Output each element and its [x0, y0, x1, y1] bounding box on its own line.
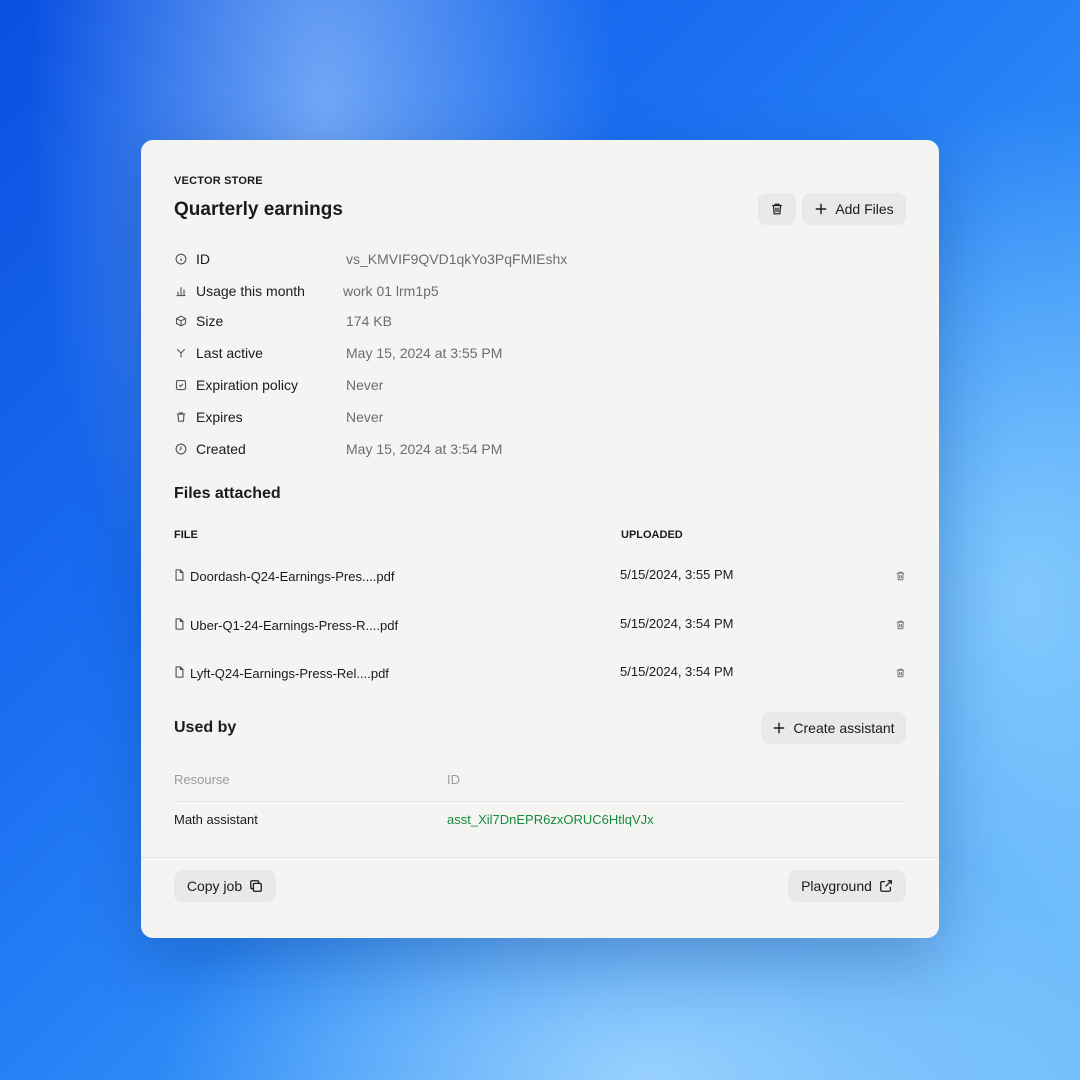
copy-icon [249, 879, 263, 893]
copy-job-button[interactable]: Copy job [174, 870, 276, 902]
page-title: Quarterly earnings [174, 199, 343, 220]
file-column-header: FILE [174, 529, 198, 541]
clock-icon [174, 442, 188, 456]
meta-value: May 15, 2024 at 3:55 PM [346, 345, 503, 361]
assistant-name: Math assistant [174, 812, 258, 827]
meta-label: Expires [196, 409, 243, 425]
meta-value: work 01 lrm1p5 [343, 283, 439, 299]
meta-value: 174 KB [346, 313, 392, 329]
meta-row-id: ID vs_KMVIF9QVD1qkYo3PqFMIEshx [174, 249, 874, 269]
file-uploaded: 5/15/2024, 3:54 PM [620, 616, 734, 631]
trash-icon [770, 202, 784, 216]
file-name[interactable]: Uber-Q1-24-Earnings-Press-R....pdf [174, 618, 398, 633]
meta-label: Last active [196, 345, 263, 361]
meta-value: vs_KMVIF9QVD1qkYo3PqFMIEshx [346, 251, 568, 267]
meta-row-last-active: Last active May 15, 2024 at 3:55 PM [174, 343, 874, 363]
file-name[interactable]: Lyft-Q24-Earnings-Press-Rel....pdf [174, 666, 389, 681]
meta-label: Created [196, 441, 246, 457]
meta-row-size: Size 174 KB [174, 311, 874, 331]
assistant-id-link[interactable]: asst_Xil7DnEPR6zxORUC6HtlqVJx [447, 812, 654, 827]
external-link-icon [879, 879, 893, 893]
file-uploaded: 5/15/2024, 3:54 PM [620, 664, 734, 679]
meta-label: ID [196, 251, 210, 267]
plus-icon [772, 721, 786, 735]
table-divider [174, 801, 906, 802]
meta-label: Expiration policy [196, 377, 298, 393]
meta-row-created: Created May 15, 2024 at 3:54 PM [174, 439, 874, 459]
delete-file-icon[interactable] [895, 666, 906, 684]
file-name-text: Lyft-Q24-Earnings-Press-Rel....pdf [190, 666, 389, 681]
document-icon [174, 666, 185, 681]
file-name[interactable]: Doordash-Q24-Earnings-Pres....pdf [174, 569, 394, 584]
plus-icon [814, 202, 828, 216]
meta-value: Never [346, 377, 384, 393]
delete-store-button[interactable] [758, 193, 796, 225]
playground-button[interactable]: Playground [788, 870, 906, 902]
calendar-check-icon [174, 378, 188, 392]
meta-value: Never [346, 409, 384, 425]
eyebrow-label: VECTOR STORE [174, 175, 263, 187]
delete-file-icon[interactable] [895, 569, 906, 587]
trash-icon [174, 410, 188, 424]
meta-row-expiration-policy: Expiration policy Never [174, 375, 874, 395]
chart-icon [174, 284, 188, 298]
meta-label: Size [196, 313, 224, 329]
playground-label: Playground [801, 878, 872, 894]
uploaded-column-header: UPLOADED [621, 529, 683, 541]
document-icon [174, 569, 185, 584]
delete-file-icon[interactable] [895, 618, 906, 636]
cube-icon [174, 314, 188, 328]
file-row: Doordash-Q24-Earnings-Pres....pdf 5/15/2… [174, 567, 906, 587]
meta-value: May 15, 2024 at 3:54 PM [346, 441, 503, 457]
used-by-section-title: Used by [174, 719, 237, 736]
resource-column-header: Resourse [174, 772, 230, 787]
meta-label: Usage this month [196, 283, 305, 299]
info-icon [174, 252, 188, 266]
activity-icon [174, 346, 188, 360]
meta-row-usage: Usage this month work 01 lrm1p5 [174, 281, 874, 301]
file-row: Uber-Q1-24-Earnings-Press-R....pdf 5/15/… [174, 616, 906, 636]
create-assistant-label: Create assistant [793, 720, 895, 736]
document-icon [174, 618, 185, 633]
file-row: Lyft-Q24-Earnings-Press-Rel....pdf 5/15/… [174, 664, 906, 684]
add-files-button[interactable]: Add Files [802, 193, 906, 225]
add-files-label: Add Files [835, 201, 894, 217]
copy-job-label: Copy job [186, 878, 243, 894]
id-column-header: ID [447, 772, 460, 787]
files-section-title: Files attached [174, 485, 281, 502]
footer-divider [141, 857, 939, 858]
meta-row-expires: Expires Never [174, 407, 874, 427]
file-name-text: Uber-Q1-24-Earnings-Press-R....pdf [190, 618, 399, 633]
create-assistant-button[interactable]: Create assistant [761, 712, 906, 744]
vector-store-card: VECTOR STORE Quarterly earnings Add File… [141, 140, 939, 938]
file-name-text: Doordash-Q24-Earnings-Pres....pdf [190, 569, 395, 584]
file-uploaded: 5/15/2024, 3:55 PM [620, 567, 734, 582]
